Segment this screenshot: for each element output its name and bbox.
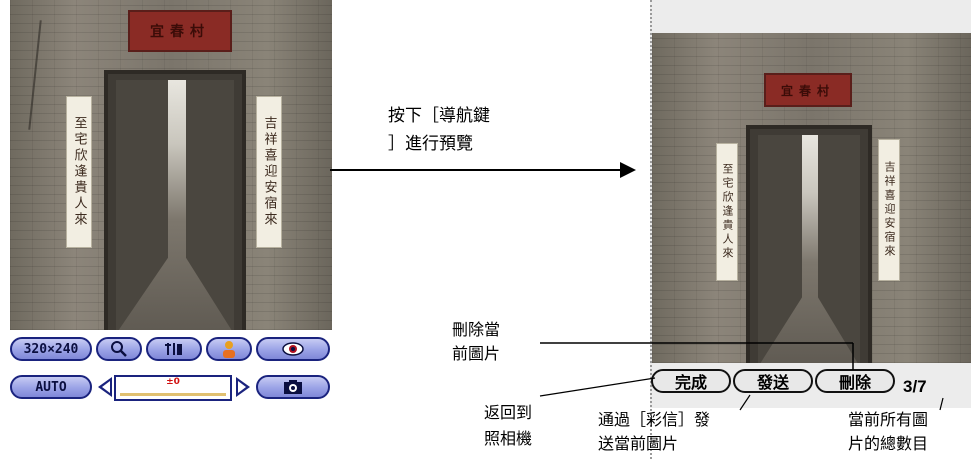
done-callout-line1: 返回到: [484, 403, 533, 422]
delete-callout-line1: 刪除當: [452, 320, 501, 339]
counter-callout-line1: 當前所有圖: [848, 410, 929, 429]
callout-lines: [539, 342, 944, 411]
delete-callout-line2: 前圖片: [452, 344, 501, 363]
counter-callout-line2: 片的總數目: [848, 434, 929, 453]
send-callout-line1: 通過［彩信］發: [598, 410, 711, 429]
send-callout-line2: 送當前圖片: [598, 434, 679, 453]
done-callout-line2: 照相機: [484, 429, 533, 448]
